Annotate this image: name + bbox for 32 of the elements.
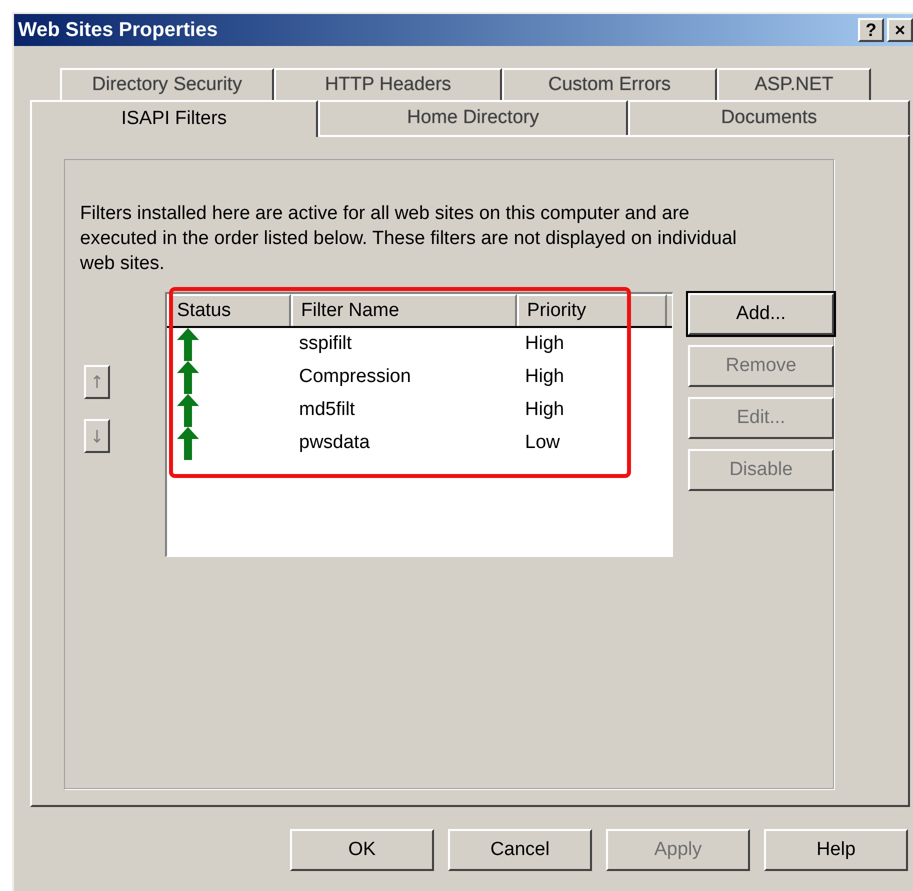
table-cell-text: sspifilt — [298, 332, 353, 356]
arrow-up-icon — [177, 361, 199, 394]
window-title: Web Sites Properties — [18, 18, 218, 43]
arrow-up-icon — [177, 394, 199, 427]
table-cell-text: pwsdata — [298, 431, 371, 456]
table-cell-text: Low — [524, 431, 561, 456]
dialog-button[interactable]: Cancel — [448, 829, 592, 871]
column-header[interactable]: Priority — [517, 294, 667, 326]
table-cell-text: High — [524, 332, 566, 356]
table-cell-text: High — [524, 365, 566, 390]
filter-list[interactable]: Status Filter Name Priority sspifilt High Compression High md5filt High pwsdata Low — [165, 292, 673, 557]
arrow-down-icon — [92, 428, 102, 444]
description-text: Filters installed here are active for all web sites on this computer and are executed in the order listed below. These filters are not displayed on individual web sites. — [80, 202, 738, 276]
arrow-up-icon — [92, 374, 102, 390]
tab[interactable]: Custom Errors — [502, 68, 717, 100]
table-cell-text: High — [524, 398, 566, 422]
tab[interactable]: ASP.NET — [717, 68, 871, 100]
dialog-button[interactable]: OK — [290, 829, 434, 871]
tab[interactable]: ISAPI Filters — [30, 100, 318, 137]
dialog-button[interactable]: Help — [764, 829, 908, 871]
tab[interactable]: Home Directory — [318, 100, 628, 135]
arrow-up-icon — [177, 328, 199, 361]
title-bar-button[interactable]: ? — [858, 18, 884, 42]
title-bar-button[interactable]: × — [887, 18, 913, 42]
side-button[interactable]: Add... — [688, 293, 834, 335]
tab[interactable]: HTTP Headers — [274, 68, 502, 100]
table-cell-text: Compression — [298, 365, 412, 390]
tab[interactable]: Directory Security — [60, 68, 274, 100]
tab[interactable]: Documents — [628, 100, 910, 135]
column-header[interactable]: Filter Name — [291, 294, 517, 326]
table-cell-text: md5filt — [298, 398, 356, 422]
arrow-up-icon — [177, 427, 199, 460]
